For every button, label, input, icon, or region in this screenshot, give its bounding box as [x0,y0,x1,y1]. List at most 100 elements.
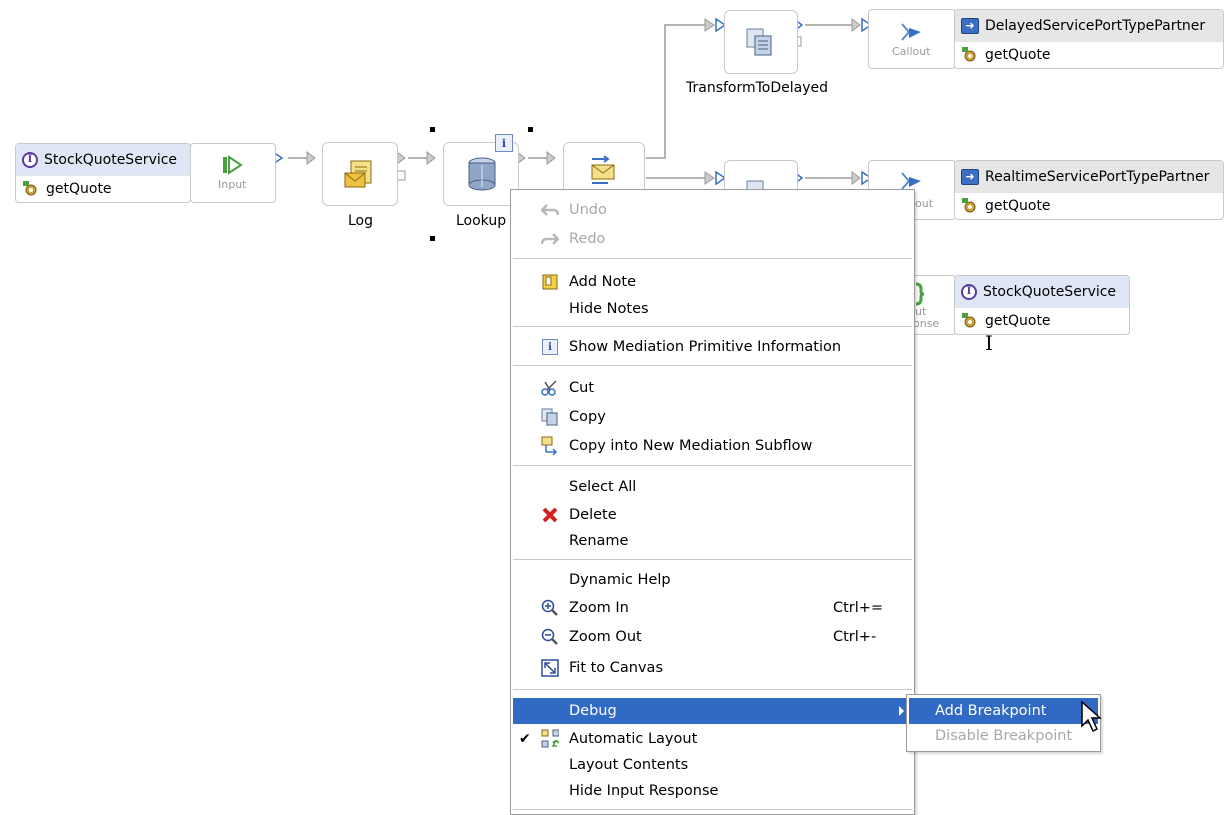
delayed-partner-reference[interactable]: ➜ DelayedServicePortTypePartner getQuote [954,9,1224,69]
menu-item-layout-contents[interactable]: Layout Contents [513,752,912,778]
zoom-out-shortcut: Ctrl+- [833,629,877,645]
menu-item-zoom-out[interactable]: Zoom Out Ctrl+- [513,624,912,650]
stockquote-service-interface[interactable]: I StockQuoteService getQuote [15,143,191,203]
zoom-out-label: Zoom Out [569,629,642,645]
menu-item-rename[interactable]: Rename [513,528,912,554]
menu-separator [513,809,912,813]
input-response-icon [915,282,925,306]
submenu-item-add-breakpoint[interactable]: Add Breakpoint [909,698,1098,724]
automatic-layout-label: Automatic Layout [569,731,698,747]
operation-row[interactable]: getQuote [16,176,190,202]
interface-header[interactable]: I StockQuoteService [16,144,190,176]
callout-icon [901,172,921,190]
hide-input-response-label: Hide Input Response [569,783,719,799]
disable-breakpoint-label: Disable Breakpoint [935,728,1073,744]
scissors-icon [541,379,559,397]
selection-handle[interactable] [528,127,533,132]
operation-name: getQuote [985,198,1051,214]
rename-label: Rename [569,533,629,549]
xsl-transform-icon [746,28,772,56]
zoom-in-label: Zoom In [569,600,629,616]
menu-item-cut[interactable]: Cut [513,375,912,401]
operation-icon [961,312,979,330]
operation-row[interactable]: getQuote [955,308,1129,334]
menu-item-copy[interactable]: Copy [513,404,912,430]
dynamic-help-label: Dynamic Help [569,572,671,588]
operation-row[interactable]: getQuote [955,193,1223,219]
menu-separator [513,465,912,469]
input-node-label: Input [218,178,247,191]
submenu-item-disable-breakpoint[interactable]: Disable Breakpoint [909,723,1098,749]
log-label: Log [348,213,374,229]
copy-label: Copy [569,409,606,425]
interface-name: StockQuoteService [983,283,1117,300]
log-primitive[interactable] [322,142,398,206]
menu-separator [513,258,912,262]
copy-subflow-label: Copy into New Mediation Subflow [569,438,813,454]
context-menu[interactable]: Undo Redo Add Note Hide Notes i Show Med… [510,189,915,815]
reference-icon: ➜ [961,17,979,34]
menu-separator [513,559,912,563]
text-cursor-icon: I [985,331,993,355]
menu-item-select-all[interactable]: Select All [513,474,912,500]
input-node[interactable]: Input [190,143,276,203]
menu-item-redo[interactable]: Redo [513,226,912,252]
filter-icon [591,155,615,184]
info-icon: i [541,338,559,356]
zoom-out-icon [541,628,559,646]
undo-icon [541,201,559,219]
selection-handle[interactable] [430,127,435,132]
undo-label: Undo [569,202,607,218]
partner-name: RealtimeServicePortTypePartner [985,168,1210,185]
show-info-label: Show Mediation Primitive Information [569,339,842,355]
info-icon[interactable]: i [495,134,513,152]
callout-delayed-label: Callout [892,45,931,58]
stockquote-service-response-interface[interactable]: I StockQuoteService getQuote [954,275,1130,335]
redo-icon [541,230,559,248]
log-icon [344,160,372,188]
operation-row[interactable]: getQuote [955,42,1223,68]
partner-header[interactable]: ➜ DelayedServicePortTypePartner [955,10,1223,42]
menu-item-copy-subflow[interactable]: Copy into New Mediation Subflow [513,433,912,459]
menu-item-zoom-in[interactable]: Zoom In Ctrl+= [513,595,912,621]
partner-header[interactable]: ➜ RealtimeServicePortTypePartner [955,161,1223,193]
interface-icon: I [961,283,977,300]
transform-to-delayed-primitive[interactable] [724,10,798,74]
menu-item-delete[interactable]: Delete [513,502,912,528]
cut-label: Cut [569,380,594,396]
menu-item-add-note[interactable]: Add Note [513,269,912,295]
input-icon [223,155,243,175]
callout-delayed-node[interactable]: Callout [868,9,956,69]
database-icon [468,157,496,191]
fit-canvas-label: Fit to Canvas [569,660,663,676]
menu-item-undo[interactable]: Undo [513,197,912,223]
menu-item-show-info[interactable]: i Show Mediation Primitive Information [513,334,912,360]
add-note-label: Add Note [569,274,637,290]
menu-item-dynamic-help[interactable]: Dynamic Help [513,567,912,593]
menu-separator [513,326,912,330]
operation-name: getQuote [985,47,1051,63]
menu-item-fit-canvas[interactable]: Fit to Canvas [513,655,912,681]
submenu-arrow-icon [899,706,904,716]
interface-icon: I [22,151,38,168]
interface-header[interactable]: I StockQuoteService [955,276,1129,308]
operation-name: getQuote [46,181,112,197]
copy-icon [541,408,559,426]
menu-item-hide-notes[interactable]: Hide Notes [513,296,912,322]
interface-name: StockQuoteService [44,151,178,168]
menu-item-hide-input-response[interactable]: Hide Input Response [513,778,912,804]
realtime-partner-reference[interactable]: ➜ RealtimeServicePortTypePartner getQuot… [954,160,1224,220]
debug-submenu[interactable]: Add Breakpoint Disable Breakpoint [906,694,1101,752]
menu-separator [513,365,912,369]
menu-item-debug[interactable]: Debug [513,698,912,724]
operation-icon [22,180,40,198]
layout-contents-label: Layout Contents [569,757,689,773]
note-icon [541,273,559,291]
menu-item-automatic-layout[interactable]: ✔ Automatic Layout [513,726,912,752]
zoom-in-shortcut: Ctrl+= [833,600,884,616]
check-icon: ✔ [519,731,531,747]
debug-label: Debug [569,703,617,719]
menu-separator [513,689,912,693]
selection-handle[interactable] [430,236,435,241]
fit-canvas-icon [541,659,559,677]
